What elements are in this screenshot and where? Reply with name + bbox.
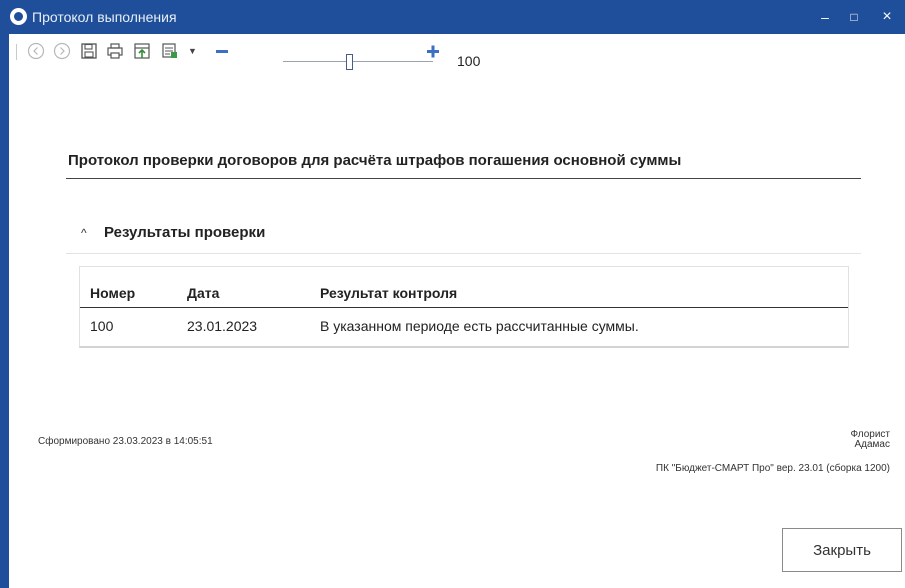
forward-icon[interactable] bbox=[53, 42, 71, 60]
chevron-up-icon[interactable]: ^ bbox=[81, 226, 87, 240]
titlebar: Протокол выполнения – □ × bbox=[0, 0, 905, 34]
table-cell-result: В указанном периоде есть рассчитанные су… bbox=[320, 318, 639, 334]
protocol-window: Протокол выполнения – □ × ▼ 100 Протокол… bbox=[0, 0, 905, 588]
dropdown-arrow-icon[interactable]: ▼ bbox=[188, 42, 206, 60]
print-icon[interactable] bbox=[106, 42, 124, 60]
generated-timestamp: Сформировано 23.03.2023 в 14:05:51 bbox=[38, 436, 213, 447]
export-icon[interactable] bbox=[133, 42, 151, 60]
version-info: ПК "Бюджет-СМАРТ Про" вер. 23.01 (сборка… bbox=[655, 463, 890, 474]
zoom-slider-thumb[interactable] bbox=[346, 54, 353, 70]
table-header-divider bbox=[80, 307, 848, 308]
toolbar: ▼ 100 bbox=[9, 34, 905, 70]
zoom-out-icon[interactable] bbox=[213, 42, 231, 60]
save-icon[interactable] bbox=[80, 42, 98, 60]
table-cell-date: 23.01.2023 bbox=[187, 318, 258, 334]
minimize-button[interactable]: – bbox=[812, 4, 838, 30]
column-header-result: Результат контроля bbox=[320, 285, 458, 301]
app-icon bbox=[10, 8, 27, 25]
results-table: Номер Дата Результат контроля 100 23.01.… bbox=[79, 266, 849, 348]
window-left-border bbox=[0, 0, 9, 588]
close-button[interactable]: Закрыть bbox=[782, 528, 902, 572]
section-title[interactable]: Результаты проверки bbox=[104, 224, 265, 241]
column-header-date: Дата bbox=[187, 285, 220, 301]
toolbar-separator bbox=[16, 44, 17, 60]
zoom-value: 100 bbox=[457, 53, 481, 69]
table-cell-number: 100 bbox=[90, 318, 114, 334]
window-title: Протокол выполнения bbox=[32, 9, 177, 25]
column-header-number: Номер bbox=[90, 285, 136, 301]
back-icon[interactable] bbox=[27, 42, 45, 60]
section-divider bbox=[66, 253, 861, 254]
maximize-button[interactable]: □ bbox=[841, 4, 867, 30]
report-title: Протокол проверки договоров для расчёта … bbox=[68, 152, 682, 169]
export-format-icon[interactable] bbox=[161, 42, 179, 60]
zoom-slider-track[interactable] bbox=[283, 61, 433, 62]
title-divider bbox=[66, 178, 861, 179]
zoom-in-icon[interactable] bbox=[424, 42, 442, 60]
user-info: Флорист Адамас bbox=[850, 430, 890, 450]
user-line-2: Адамас bbox=[854, 439, 890, 450]
close-window-button[interactable]: × bbox=[874, 4, 900, 30]
